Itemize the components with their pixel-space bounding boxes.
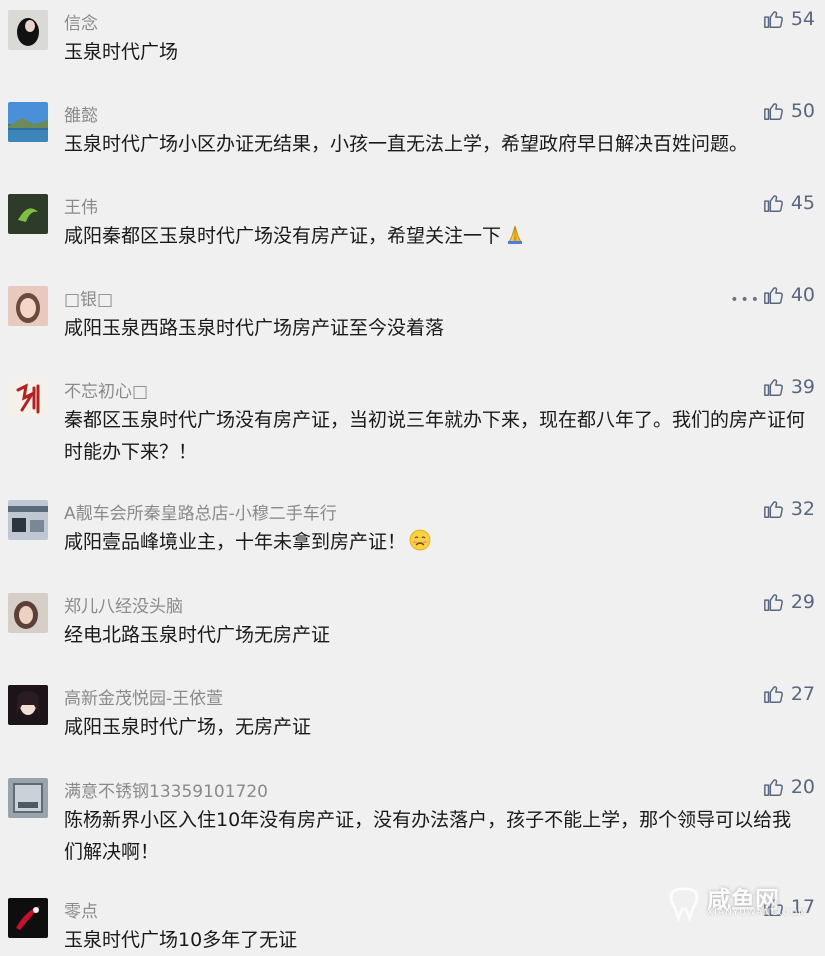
comment-item: A靓车会所秦皇路总店-小穆二手车行 32 咸阳壹品峰境业主，十年未拿到房产证！ <box>0 490 825 582</box>
comment-item: 不忘初心□ 39 秦都区玉泉时代广场没有房产证，当初说三年就办下来，现在都八年了… <box>0 368 825 492</box>
avatar[interactable] <box>8 778 48 818</box>
comment-text: 玉泉时代广场10多年了无证 <box>64 929 298 951</box>
sad-face-icon <box>409 529 431 551</box>
site-watermark: 咸鱼网 XIANYUWANG.COM <box>665 880 815 924</box>
comment-list: 信念 54 玉泉时代广场 雒懿 50 玉泉时代广场小区办证无结果，小孩一直无法上… <box>0 0 825 951</box>
avatar[interactable] <box>8 685 48 725</box>
comment-text: 咸阳玉泉西路玉泉时代广场房产证至今没着落 <box>64 317 445 339</box>
avatar[interactable] <box>8 286 48 326</box>
folded-hands-icon <box>508 225 523 244</box>
thumbs-up-icon <box>763 501 783 518</box>
like-button[interactable]: 54 <box>763 8 815 30</box>
like-button[interactable]: 29 <box>763 591 815 613</box>
avatar[interactable] <box>8 378 48 418</box>
comment-author[interactable]: 零点 <box>64 897 98 922</box>
comment-text: 陈杨新界小区入住10年没有房产证，没有办法落户，孩子不能上学，那个领导可以给我们… <box>64 809 792 863</box>
comment-author[interactable]: □银□ <box>64 285 113 310</box>
like-count: 50 <box>790 100 815 122</box>
comment-item: 信念 54 玉泉时代广场 <box>0 0 825 92</box>
comment-author[interactable]: 信念 <box>64 9 98 34</box>
thumbs-up-icon <box>763 287 783 304</box>
comment-text: 经电北路玉泉时代广场无房产证 <box>64 624 331 646</box>
avatar[interactable] <box>8 500 48 540</box>
thumbs-up-icon <box>763 103 783 120</box>
avatar[interactable] <box>8 593 48 633</box>
thumbs-up-icon <box>763 594 783 611</box>
like-count: 54 <box>790 8 815 30</box>
comment-text-content: 咸阳秦都区玉泉时代广场没有房产证，希望关注一下 <box>64 225 502 247</box>
like-button[interactable]: 40 <box>763 284 815 306</box>
like-button[interactable]: 45 <box>763 192 815 214</box>
comment-item: 王伟 45 咸阳秦都区玉泉时代广场没有房产证，希望关注一下 <box>0 184 825 276</box>
thumbs-up-icon <box>763 379 783 396</box>
comment-author[interactable]: A靓车会所秦皇路总店-小穆二手车行 <box>64 499 337 524</box>
comment-item: □银□ ••• 40 咸阳玉泉西路玉泉时代广场房产证至今没着落 <box>0 276 825 368</box>
comment-author[interactable]: 高新金茂悦园-王依萱 <box>64 684 223 709</box>
comment-text: 玉泉时代广场 <box>64 41 179 63</box>
comment-author[interactable]: 雒懿 <box>64 101 98 126</box>
avatar[interactable] <box>8 10 48 50</box>
like-count: 20 <box>790 776 815 798</box>
avatar[interactable] <box>8 898 48 938</box>
like-button[interactable]: 50 <box>763 100 815 122</box>
comment-text: 秦都区玉泉时代广场没有房产证，当初说三年就办下来，现在都八年了。我们的房产证何时… <box>64 409 806 463</box>
comment-item: 满意不锈钢13359101720 20 陈杨新界小区入住10年没有房产证，没有办… <box>0 768 825 892</box>
comment-author[interactable]: 王伟 <box>64 193 98 218</box>
comment-item: 郑儿八经没头脑 29 经电北路玉泉时代广场无房产证 <box>0 583 825 675</box>
like-count: 27 <box>790 683 815 705</box>
like-count: 32 <box>790 498 815 520</box>
comment-item: 高新金茂悦园-王依萱 27 咸阳玉泉时代广场，无房产证 <box>0 675 825 767</box>
comment-author[interactable]: 郑儿八经没头脑 <box>64 592 183 617</box>
like-button[interactable]: 39 <box>763 376 815 398</box>
like-button[interactable]: 20 <box>763 776 815 798</box>
avatar[interactable] <box>8 102 48 142</box>
like-count: 40 <box>790 284 815 306</box>
comment-author[interactable]: 满意不锈钢13359101720 <box>64 777 268 802</box>
like-button[interactable]: 27 <box>763 683 815 705</box>
comment-text: 咸阳壹品峰境业主，十年未拿到房产证！ <box>64 526 809 558</box>
thumbs-up-icon <box>763 11 783 28</box>
watermark-subtitle: XIANYUWANG.COM <box>707 908 808 918</box>
avatar[interactable] <box>8 194 48 234</box>
like-button[interactable]: 32 <box>763 498 815 520</box>
comment-author[interactable]: 不忘初心□ <box>64 377 148 402</box>
thumbs-up-icon <box>763 779 783 796</box>
tooth-logo-icon <box>669 887 699 922</box>
comment-item: 雒懿 50 玉泉时代广场小区办证无结果，小孩一直无法上学，希望政府早日解决百姓问… <box>0 92 825 184</box>
like-count: 39 <box>790 376 815 398</box>
thumbs-up-icon <box>763 686 783 703</box>
like-count: 29 <box>790 591 815 613</box>
more-options-icon[interactable]: ••• <box>730 292 761 308</box>
comment-text: 咸阳秦都区玉泉时代广场没有房产证，希望关注一下 <box>64 220 809 252</box>
comment-text: 咸阳玉泉时代广场，无房产证 <box>64 716 312 738</box>
comment-text-content: 咸阳壹品峰境业主，十年未拿到房产证！ <box>64 531 407 553</box>
thumbs-up-icon <box>763 195 783 212</box>
comment-text: 玉泉时代广场小区办证无结果，小孩一直无法上学，希望政府早日解决百姓问题。 <box>64 133 749 155</box>
like-count: 45 <box>790 192 815 214</box>
